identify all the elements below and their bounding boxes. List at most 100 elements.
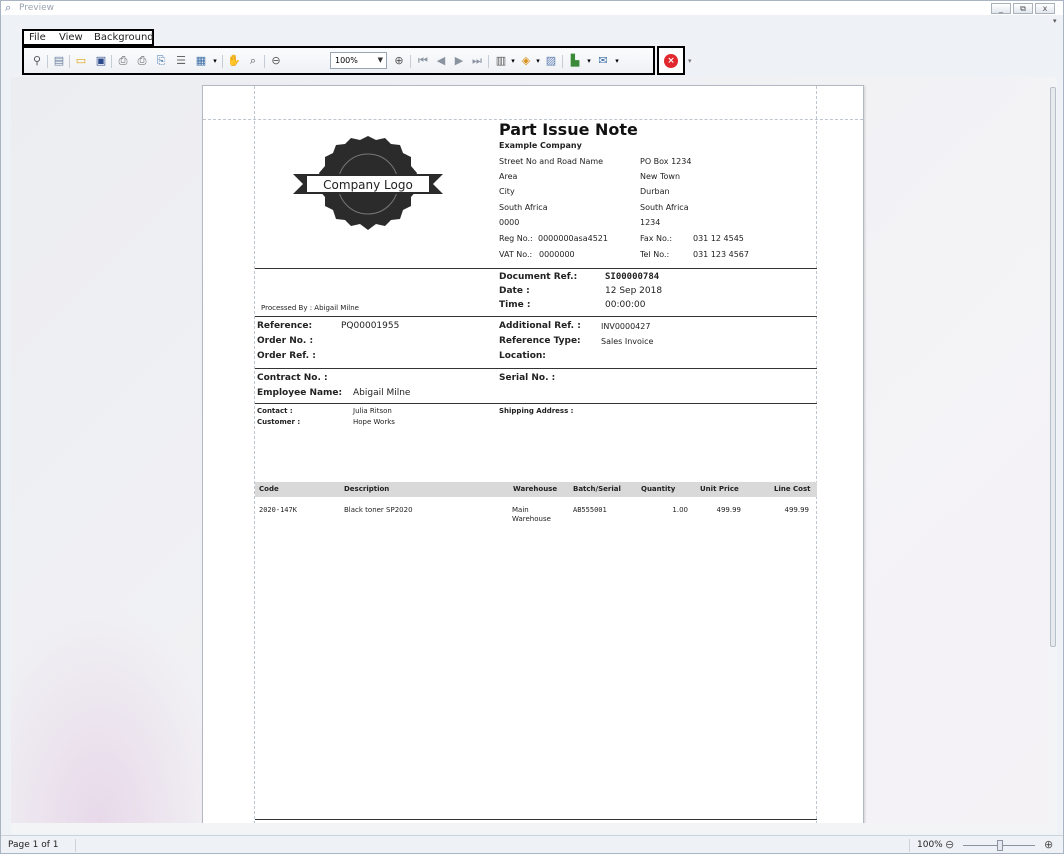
- additional-ref-label: Additional Ref. :: [499, 321, 581, 331]
- restore-button[interactable]: ⧉: [1013, 3, 1033, 14]
- cell-unit-price: 499.99: [716, 506, 742, 514]
- zoom-out-icon[interactable]: ⊖: [269, 54, 283, 68]
- toolbar: ⚲ ▤ ▭ ▣ ⎙ ⎙ ⎘ ☰ ▦ ▾ ✋ ⌕ ⊖ 100% ▼ ⊕ ⏮ ◀ ▶…: [22, 46, 655, 75]
- shipping-address-label: Shipping Address :: [499, 407, 574, 415]
- horizontal-scrollbar[interactable]: [11, 823, 1057, 834]
- page-setup-icon[interactable]: ☰: [174, 54, 188, 68]
- address-line: Street No and Road Name: [499, 157, 604, 166]
- quick-print-icon[interactable]: ⎘: [154, 54, 168, 68]
- reg-value: 0000000asa4521: [538, 234, 608, 243]
- ribbon-collapse-icon[interactable]: ▾: [1053, 17, 1057, 25]
- background-color-dropdown-icon[interactable]: ▾: [531, 54, 545, 68]
- postal-line: 1234: [640, 218, 661, 227]
- cell-line-cost: 499.99: [784, 506, 810, 514]
- menu-background[interactable]: Background: [94, 32, 154, 44]
- column-header: Unit Price: [700, 485, 739, 493]
- email-icon[interactable]: ✉: [596, 54, 610, 68]
- fax-label: Fax No.:: [640, 234, 673, 243]
- find-icon[interactable]: ⚲: [30, 54, 44, 68]
- customer-value: Hope Works: [353, 418, 395, 426]
- previous-page-icon[interactable]: ◀: [434, 54, 448, 68]
- document-map-icon[interactable]: ▤: [52, 54, 66, 68]
- multiple-pages-dropdown-icon[interactable]: ▾: [506, 54, 520, 68]
- zoom-out-icon[interactable]: ⊖: [945, 838, 954, 851]
- contract-label: Contract No. :: [257, 373, 328, 383]
- document-ref-value: SI00000784: [605, 272, 660, 282]
- email-dropdown-icon[interactable]: ▾: [610, 54, 624, 68]
- processed-by: Processed By : Abigail Milne: [261, 304, 359, 312]
- column-header: Warehouse: [513, 485, 558, 493]
- company-name: Example Company: [499, 141, 582, 150]
- employee-value: Abigail Milne: [353, 388, 411, 398]
- zoom-in-icon[interactable]: ⊕: [392, 54, 406, 68]
- export-dropdown-icon[interactable]: ▾: [582, 54, 596, 68]
- location-label: Location:: [499, 351, 546, 361]
- column-header: Line Cost: [774, 485, 811, 493]
- first-page-icon[interactable]: ⏮: [416, 54, 430, 68]
- preview-area[interactable]: Company Logo Part Issue Note Example Com…: [11, 77, 1057, 823]
- order-ref-label: Order Ref. :: [257, 351, 316, 361]
- vat-label: VAT No.:: [499, 250, 533, 259]
- postal-line: Durban: [640, 187, 670, 196]
- save-icon[interactable]: ▣: [94, 54, 108, 68]
- column-header: Code: [259, 485, 279, 493]
- hand-tool-icon[interactable]: ✋: [227, 54, 241, 68]
- cell-code: 2020-147K: [259, 506, 297, 514]
- vertical-scrollbar[interactable]: [1049, 77, 1057, 823]
- cell-quantity: 1.00: [672, 506, 688, 514]
- tel-value: 031 123 4567: [693, 250, 749, 259]
- time-label: Time :: [499, 300, 531, 310]
- zoom-in-icon[interactable]: ⊕: [1044, 838, 1053, 851]
- report-page: Company Logo Part Issue Note Example Com…: [202, 85, 864, 823]
- menu-file[interactable]: File: [29, 32, 46, 44]
- close-window-button[interactable]: x: [1035, 3, 1055, 14]
- chevron-down-icon[interactable]: ▼: [378, 53, 383, 68]
- column-header: Quantity: [641, 485, 676, 493]
- column-header: Description: [344, 485, 390, 493]
- cell-warehouse: Main: [512, 506, 529, 514]
- zoom-value: 100%: [335, 56, 358, 65]
- postal-line: PO Box 1234: [640, 157, 692, 166]
- tel-label: Tel No.:: [640, 250, 670, 259]
- scale-icon[interactable]: ▦: [194, 54, 208, 68]
- fax-value: 031 12 4545: [693, 234, 744, 243]
- toolbar-options-icon[interactable]: ▾: [688, 57, 692, 65]
- vat-value: 0000000: [539, 250, 575, 259]
- export-icon[interactable]: ▙: [568, 54, 582, 68]
- zoom-slider-thumb[interactable]: [997, 840, 1003, 851]
- scale-dropdown-icon[interactable]: ▾: [208, 54, 222, 68]
- address-line: South Africa: [499, 203, 548, 212]
- zoom-select[interactable]: 100% ▼: [330, 52, 387, 69]
- print-icon[interactable]: ⎙: [135, 54, 149, 68]
- print-options-icon[interactable]: ⎙: [116, 54, 130, 68]
- additional-ref-value: INV0000427: [601, 322, 651, 331]
- minimize-button[interactable]: _: [991, 3, 1011, 14]
- next-page-icon[interactable]: ▶: [452, 54, 466, 68]
- menu-view[interactable]: View: [59, 32, 83, 44]
- company-logo: Company Logo: [293, 136, 443, 230]
- zoom-percent: 100%: [917, 840, 943, 850]
- document-ref-label: Document Ref.:: [499, 272, 578, 282]
- reg-label: Reg No.:: [499, 234, 533, 243]
- watermark-icon[interactable]: ▨: [544, 54, 558, 68]
- time-value: 00:00:00: [605, 300, 646, 310]
- preview-app-icon: ⌕: [5, 1, 12, 14]
- address-line: City: [499, 187, 515, 196]
- document-title: Part Issue Note: [499, 120, 638, 139]
- window-title: Preview: [19, 3, 55, 13]
- scroll-thumb[interactable]: [1050, 87, 1056, 647]
- address-line: 0000: [499, 218, 520, 227]
- customer-label: Customer :: [257, 418, 301, 426]
- magnifier-icon[interactable]: ⌕: [246, 54, 260, 68]
- reference-type-label: Reference Type:: [499, 336, 581, 346]
- cell-description: Black toner SP2020: [344, 506, 413, 514]
- last-page-icon[interactable]: ⏭: [470, 54, 484, 68]
- menu-bar: File View Background: [22, 29, 154, 46]
- close-preview-button[interactable]: ×: [657, 46, 685, 75]
- preview-window: ⌕ Preview _ ⧉ x ▾ File View Background ⚲…: [0, 0, 1064, 854]
- table-header: Code Description Warehouse Batch/Serial …: [255, 482, 817, 497]
- order-no-label: Order No. :: [257, 336, 314, 346]
- open-icon[interactable]: ▭: [74, 54, 88, 68]
- reference-value: PQ00001955: [341, 321, 400, 331]
- reference-type-value: Sales Invoice: [601, 337, 654, 346]
